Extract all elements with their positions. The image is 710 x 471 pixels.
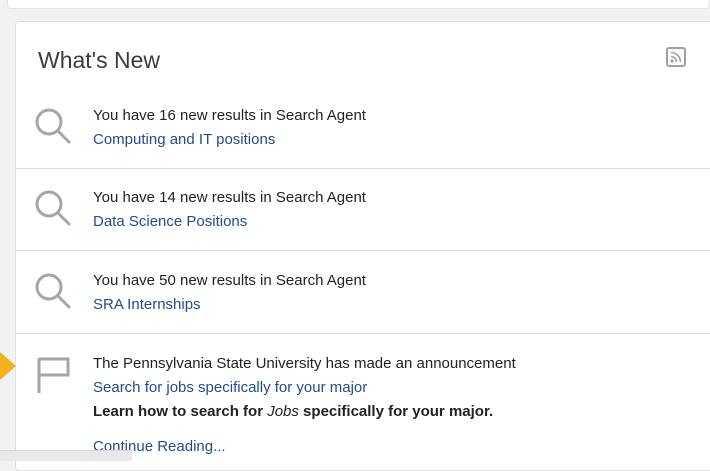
rss-icon <box>670 51 682 63</box>
bottom-bar <box>0 450 132 461</box>
feed-item: You have 14 new results in Search Agent … <box>16 186 710 250</box>
search-agent-link[interactable]: Computing and IT positions <box>93 131 275 148</box>
announcement-message: The Pennsylvania State University has ma… <box>93 355 516 372</box>
feed-item-message: You have 50 new results in Search Agent <box>93 272 366 289</box>
announcement-item: The Pennsylvania State University has ma… <box>16 352 710 462</box>
search-agent-link[interactable]: SRA Internships <box>93 296 201 313</box>
card-title: What's New <box>38 47 160 73</box>
rss-feed-button[interactable] <box>666 47 686 67</box>
feed-item: You have 16 new results in Search Agent … <box>16 104 710 168</box>
whats-new-card: What's New You have 16 new results in Se… <box>15 21 710 471</box>
divider <box>16 168 710 169</box>
search-icon <box>35 108 71 144</box>
announcement-link[interactable]: Search for jobs specifically for your ma… <box>93 379 367 396</box>
search-icon <box>35 190 71 226</box>
highlight-arrow-marker <box>0 352 16 380</box>
announcement-summary: Learn how to search for Jobs specificall… <box>93 403 494 420</box>
divider <box>16 250 710 251</box>
feed-item: You have 50 new results in Search Agent … <box>16 269 710 333</box>
feed-item-message: You have 16 new results in Search Agent <box>93 107 366 124</box>
search-agent-link[interactable]: Data Science Positions <box>93 213 247 230</box>
feed-item-message: You have 14 new results in Search Agent <box>93 189 366 206</box>
previous-card-edge <box>7 0 710 9</box>
search-icon <box>35 273 71 309</box>
flag-icon <box>37 357 70 393</box>
divider <box>16 333 710 334</box>
